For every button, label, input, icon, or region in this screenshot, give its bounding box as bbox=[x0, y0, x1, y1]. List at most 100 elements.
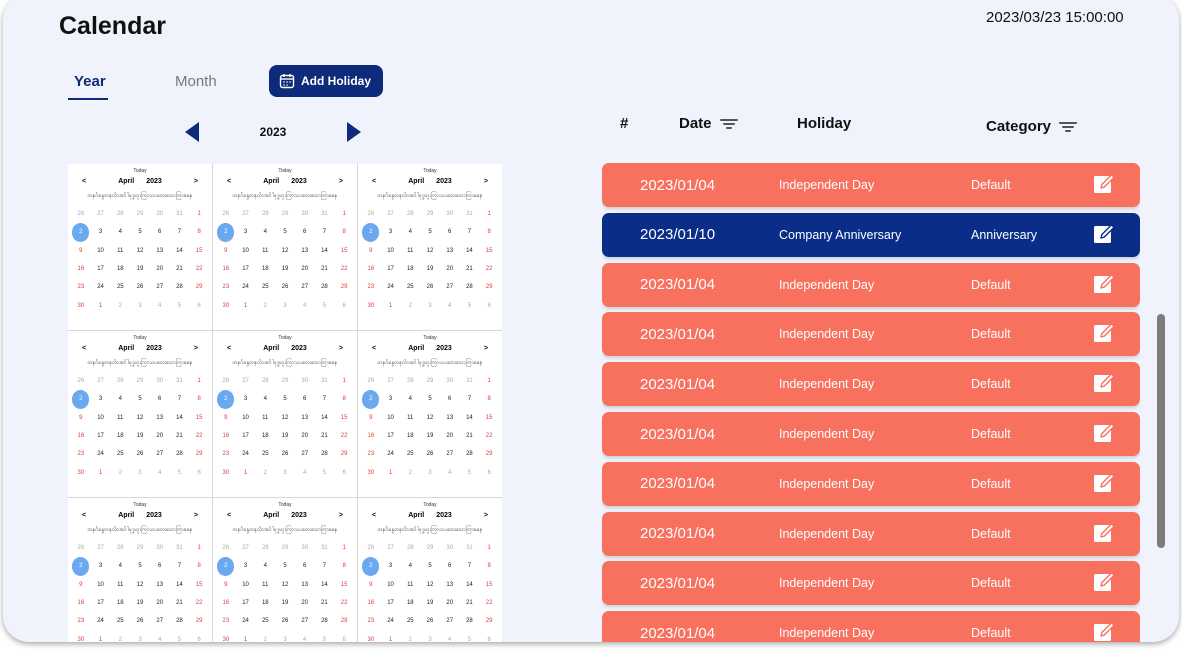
today-link[interactable]: Today bbox=[216, 334, 354, 343]
day-cell[interactable]: 1 bbox=[479, 539, 499, 557]
day-cell[interactable]: 6 bbox=[189, 296, 209, 314]
day-cell[interactable]: 3 bbox=[275, 630, 295, 642]
day-cell[interactable]: 14 bbox=[315, 409, 335, 427]
day-cell[interactable]: 29 bbox=[275, 539, 295, 557]
day-cell[interactable]: 12 bbox=[275, 242, 295, 260]
day-cell[interactable]: 10 bbox=[236, 409, 256, 427]
day-cell[interactable]: 18 bbox=[255, 594, 275, 612]
day-cell[interactable]: 10 bbox=[91, 242, 111, 260]
day-cell[interactable]: 5 bbox=[315, 296, 335, 314]
edit-icon[interactable] bbox=[1092, 620, 1116, 642]
day-cell[interactable]: 26 bbox=[420, 445, 440, 463]
day-cell[interactable]: 14 bbox=[170, 409, 190, 427]
day-cell[interactable]: 3 bbox=[91, 557, 111, 575]
day-cell[interactable]: 2 bbox=[255, 630, 275, 642]
day-cell[interactable]: 1 bbox=[189, 205, 209, 223]
day-cell[interactable]: 13 bbox=[295, 242, 315, 260]
day-cell[interactable]: 21 bbox=[460, 260, 480, 278]
day-cell[interactable]: 19 bbox=[275, 427, 295, 445]
day-cell[interactable]: 20 bbox=[150, 594, 170, 612]
day-cell[interactable]: 24 bbox=[381, 445, 401, 463]
day-cell[interactable]: 20 bbox=[295, 260, 315, 278]
day-cell[interactable]: 25 bbox=[110, 445, 130, 463]
day-cell[interactable]: 6 bbox=[479, 630, 499, 642]
day-cell[interactable]: 1 bbox=[334, 372, 354, 390]
edit-icon[interactable] bbox=[1092, 570, 1116, 594]
day-cell[interactable]: 27 bbox=[295, 612, 315, 630]
day-cell[interactable]: 26 bbox=[361, 539, 381, 557]
day-cell[interactable]: 19 bbox=[130, 594, 150, 612]
holiday-row[interactable]: 2023/01/04 Independent Day Default bbox=[602, 262, 1140, 307]
day-cell[interactable]: 12 bbox=[275, 576, 295, 594]
day-cell[interactable]: 4 bbox=[150, 630, 170, 642]
day-cell[interactable]: 17 bbox=[91, 260, 111, 278]
today-link[interactable]: Today bbox=[71, 334, 209, 343]
day-cell[interactable]: 27 bbox=[150, 278, 170, 296]
day-cell[interactable]: 28 bbox=[255, 539, 275, 557]
day-cell[interactable]: 2 bbox=[362, 390, 380, 409]
day-cell[interactable]: 15 bbox=[334, 576, 354, 594]
next-month-button[interactable]: > bbox=[339, 512, 343, 519]
day-cell[interactable]: 13 bbox=[440, 576, 460, 594]
day-cell[interactable]: 19 bbox=[130, 260, 150, 278]
column-header-category[interactable]: Category bbox=[986, 118, 1078, 135]
day-cell[interactable]: 6 bbox=[440, 223, 460, 241]
day-cell[interactable]: 27 bbox=[440, 278, 460, 296]
day-cell[interactable]: 30 bbox=[295, 205, 315, 223]
day-cell[interactable]: 15 bbox=[189, 576, 209, 594]
day-cell[interactable]: 2 bbox=[72, 390, 90, 409]
today-link[interactable]: Today bbox=[216, 501, 354, 510]
day-cell[interactable]: 30 bbox=[71, 630, 91, 642]
day-cell[interactable]: 14 bbox=[315, 576, 335, 594]
day-cell[interactable]: 6 bbox=[334, 463, 354, 481]
day-cell[interactable]: 4 bbox=[255, 557, 275, 575]
day-cell[interactable]: 28 bbox=[400, 539, 420, 557]
day-cell[interactable]: 19 bbox=[420, 260, 440, 278]
day-cell[interactable]: 28 bbox=[460, 445, 480, 463]
day-cell[interactable]: 25 bbox=[400, 278, 420, 296]
day-cell[interactable]: 12 bbox=[420, 242, 440, 260]
day-cell[interactable]: 2 bbox=[72, 223, 90, 242]
day-cell[interactable]: 10 bbox=[91, 409, 111, 427]
day-cell[interactable]: 9 bbox=[216, 576, 236, 594]
day-cell[interactable]: 6 bbox=[150, 390, 170, 408]
day-cell[interactable]: 2 bbox=[217, 223, 235, 242]
day-cell[interactable]: 3 bbox=[275, 296, 295, 314]
day-cell[interactable]: 2 bbox=[110, 630, 130, 642]
day-cell[interactable]: 6 bbox=[150, 557, 170, 575]
day-cell[interactable]: 18 bbox=[110, 427, 130, 445]
day-cell[interactable]: 9 bbox=[361, 242, 381, 260]
day-cell[interactable]: 6 bbox=[479, 296, 499, 314]
day-cell[interactable]: 25 bbox=[255, 612, 275, 630]
day-cell[interactable]: 4 bbox=[110, 390, 130, 408]
day-cell[interactable]: 6 bbox=[440, 390, 460, 408]
day-cell[interactable]: 4 bbox=[440, 463, 460, 481]
day-cell[interactable]: 24 bbox=[91, 278, 111, 296]
day-cell[interactable]: 23 bbox=[71, 612, 91, 630]
day-cell[interactable]: 29 bbox=[479, 445, 499, 463]
day-cell[interactable]: 26 bbox=[71, 372, 91, 390]
day-cell[interactable]: 3 bbox=[381, 390, 401, 408]
day-cell[interactable]: 12 bbox=[420, 576, 440, 594]
day-cell[interactable]: 25 bbox=[255, 445, 275, 463]
day-cell[interactable]: 20 bbox=[440, 427, 460, 445]
day-cell[interactable]: 8 bbox=[479, 557, 499, 575]
day-cell[interactable]: 5 bbox=[275, 557, 295, 575]
day-cell[interactable]: 1 bbox=[479, 205, 499, 223]
day-cell[interactable]: 27 bbox=[91, 539, 111, 557]
day-cell[interactable]: 1 bbox=[334, 205, 354, 223]
day-cell[interactable]: 6 bbox=[479, 463, 499, 481]
day-cell[interactable]: 5 bbox=[170, 296, 190, 314]
day-cell[interactable]: 31 bbox=[460, 539, 480, 557]
prev-month-button[interactable]: < bbox=[372, 178, 376, 185]
tab-month[interactable]: Month bbox=[175, 73, 217, 90]
day-cell[interactable]: 1 bbox=[381, 296, 401, 314]
next-month-button[interactable]: > bbox=[194, 512, 198, 519]
day-cell[interactable]: 6 bbox=[334, 630, 354, 642]
day-cell[interactable]: 2 bbox=[217, 390, 235, 409]
day-cell[interactable]: 26 bbox=[216, 372, 236, 390]
edit-icon[interactable] bbox=[1092, 421, 1116, 445]
day-cell[interactable]: 31 bbox=[315, 539, 335, 557]
day-cell[interactable]: 4 bbox=[255, 390, 275, 408]
day-cell[interactable]: 29 bbox=[130, 372, 150, 390]
